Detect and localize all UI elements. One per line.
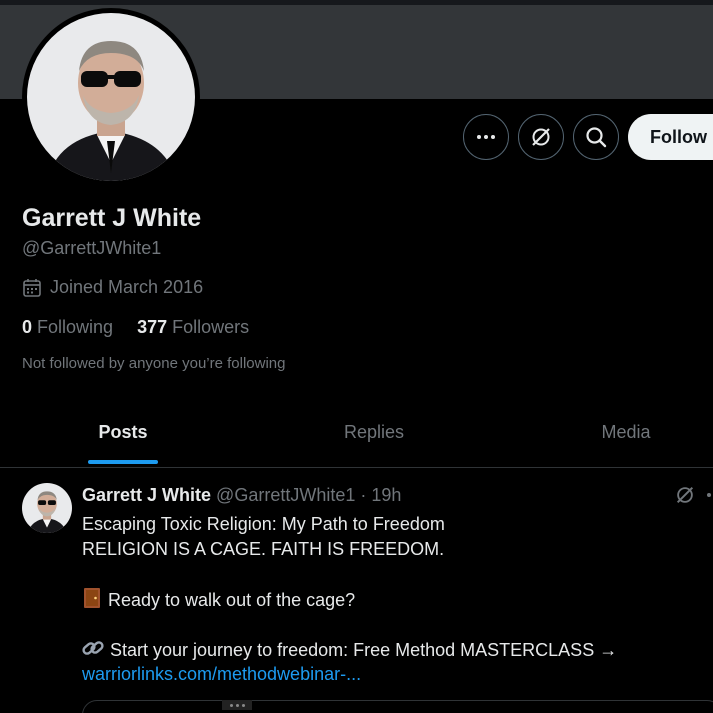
followers-link[interactable]: 377 Followers — [137, 317, 249, 338]
post-line-title: Escaping Toxic Religion: My Path to Free… — [82, 514, 445, 534]
profile-name: Garrett J White — [22, 204, 202, 232]
more-icon — [477, 135, 495, 139]
post-line-question: Ready to walk out of the cage? — [82, 587, 702, 612]
follow-stats: 0 Following 377 Followers — [22, 317, 249, 338]
link-emoji-icon — [82, 641, 104, 655]
search-icon — [586, 127, 607, 148]
followers-count: 377 — [137, 317, 168, 337]
profile-handle: @GarrettJWhite1 — [22, 238, 162, 258]
joined-date: Joined March 2016 — [22, 277, 203, 298]
following-label: Following — [37, 317, 114, 337]
more-button[interactable] — [463, 114, 509, 160]
tab-posts[interactable]: Posts — [48, 398, 198, 467]
search-button[interactable] — [573, 114, 619, 160]
follow-button[interactable]: Follow — [628, 114, 713, 160]
post-author[interactable]: Garrett J White — [82, 485, 211, 505]
grok-button[interactable] — [518, 114, 564, 160]
following-count: 0 — [22, 317, 33, 337]
post-handle-time[interactable]: @GarrettJWhite1 · 19h — [216, 485, 401, 505]
post-line-cta: Start your journey to freedom: Free Meth… — [82, 637, 702, 662]
grok-icon[interactable] — [674, 484, 696, 506]
tab-replies[interactable]: Replies — [299, 398, 449, 467]
post-link[interactable]: warriorlinks.com/methodwebinar-... — [82, 662, 702, 687]
active-tab-indicator — [88, 460, 158, 464]
door-emoji-icon — [84, 588, 100, 608]
joined-text: Joined March 2016 — [50, 277, 204, 297]
media-dots — [222, 700, 252, 710]
tab-media[interactable]: Media — [551, 398, 701, 467]
more-icon[interactable] — [706, 484, 713, 506]
post-header: Garrett J White @GarrettJWhite1 · 19h — [82, 485, 401, 506]
post-line-tagline: RELIGION IS A CAGE. FAITH IS FREEDOM. — [82, 539, 445, 559]
grok-icon — [532, 128, 550, 146]
profile-avatar[interactable] — [22, 8, 200, 186]
following-link[interactable]: 0 Following — [22, 317, 113, 338]
calendar-icon — [23, 278, 41, 297]
post-cta-text: Start your journey to freedom: Free Meth… — [110, 640, 618, 660]
avatar-image — [27, 13, 195, 181]
not-followed-note: Not followed by anyone you’re following — [22, 355, 286, 372]
post-question-text: Ready to walk out of the cage? — [108, 590, 356, 610]
post-text: Escaping Toxic Religion: My Path to Free… — [82, 512, 702, 687]
post-item[interactable]: Garrett J White @GarrettJWhite1 · 19h Es… — [0, 469, 713, 713]
post-avatar[interactable] — [22, 483, 72, 533]
profile-tabs: Posts Replies Media — [0, 398, 713, 468]
post-media-card[interactable] — [82, 700, 713, 713]
followers-label: Followers — [172, 317, 250, 337]
